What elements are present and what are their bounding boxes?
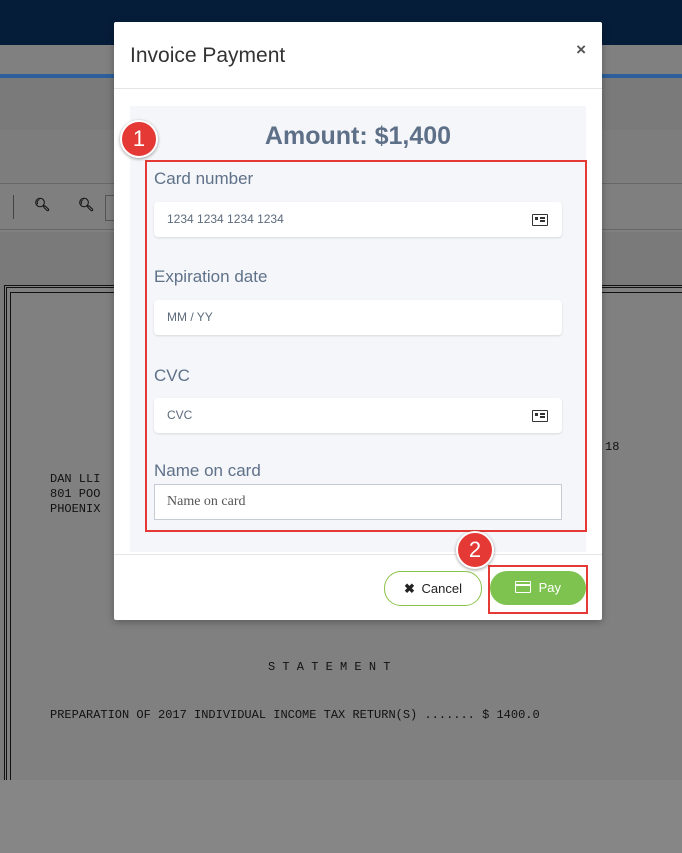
address-line: DAN LLI — [50, 472, 101, 486]
statement-heading: S T A T E M E N T — [268, 660, 391, 674]
header-divider — [114, 88, 602, 89]
cancel-button-label: Cancel — [421, 581, 462, 596]
zoom-out-icon[interactable]: 🔍︎ — [34, 197, 51, 213]
cancel-x-icon: ✖ — [404, 581, 415, 596]
step-2-badge: 2 — [456, 531, 494, 569]
amount-heading: Amount: $1,400 — [264, 122, 452, 150]
form-highlight-box — [145, 160, 587, 532]
pay-highlight-box — [488, 565, 588, 614]
app-footer — [0, 780, 682, 853]
address-line: PHOENIX — [50, 502, 101, 516]
cancel-button[interactable]: ✖ Cancel — [384, 571, 482, 606]
modal-title: Invoice Payment — [130, 44, 286, 67]
address-line: 801 POO — [50, 487, 101, 501]
zoom-in-icon[interactable]: 🔍︎ — [78, 197, 95, 213]
date-fragment: 18 — [605, 440, 620, 454]
step-1-badge: 1 — [120, 120, 158, 158]
toolbar-divider — [13, 195, 14, 219]
close-icon[interactable]: × — [576, 40, 586, 60]
footer-divider — [114, 554, 602, 555]
statement-line: PREPARATION OF 2017 INDIVIDUAL INCOME TA… — [50, 708, 540, 722]
